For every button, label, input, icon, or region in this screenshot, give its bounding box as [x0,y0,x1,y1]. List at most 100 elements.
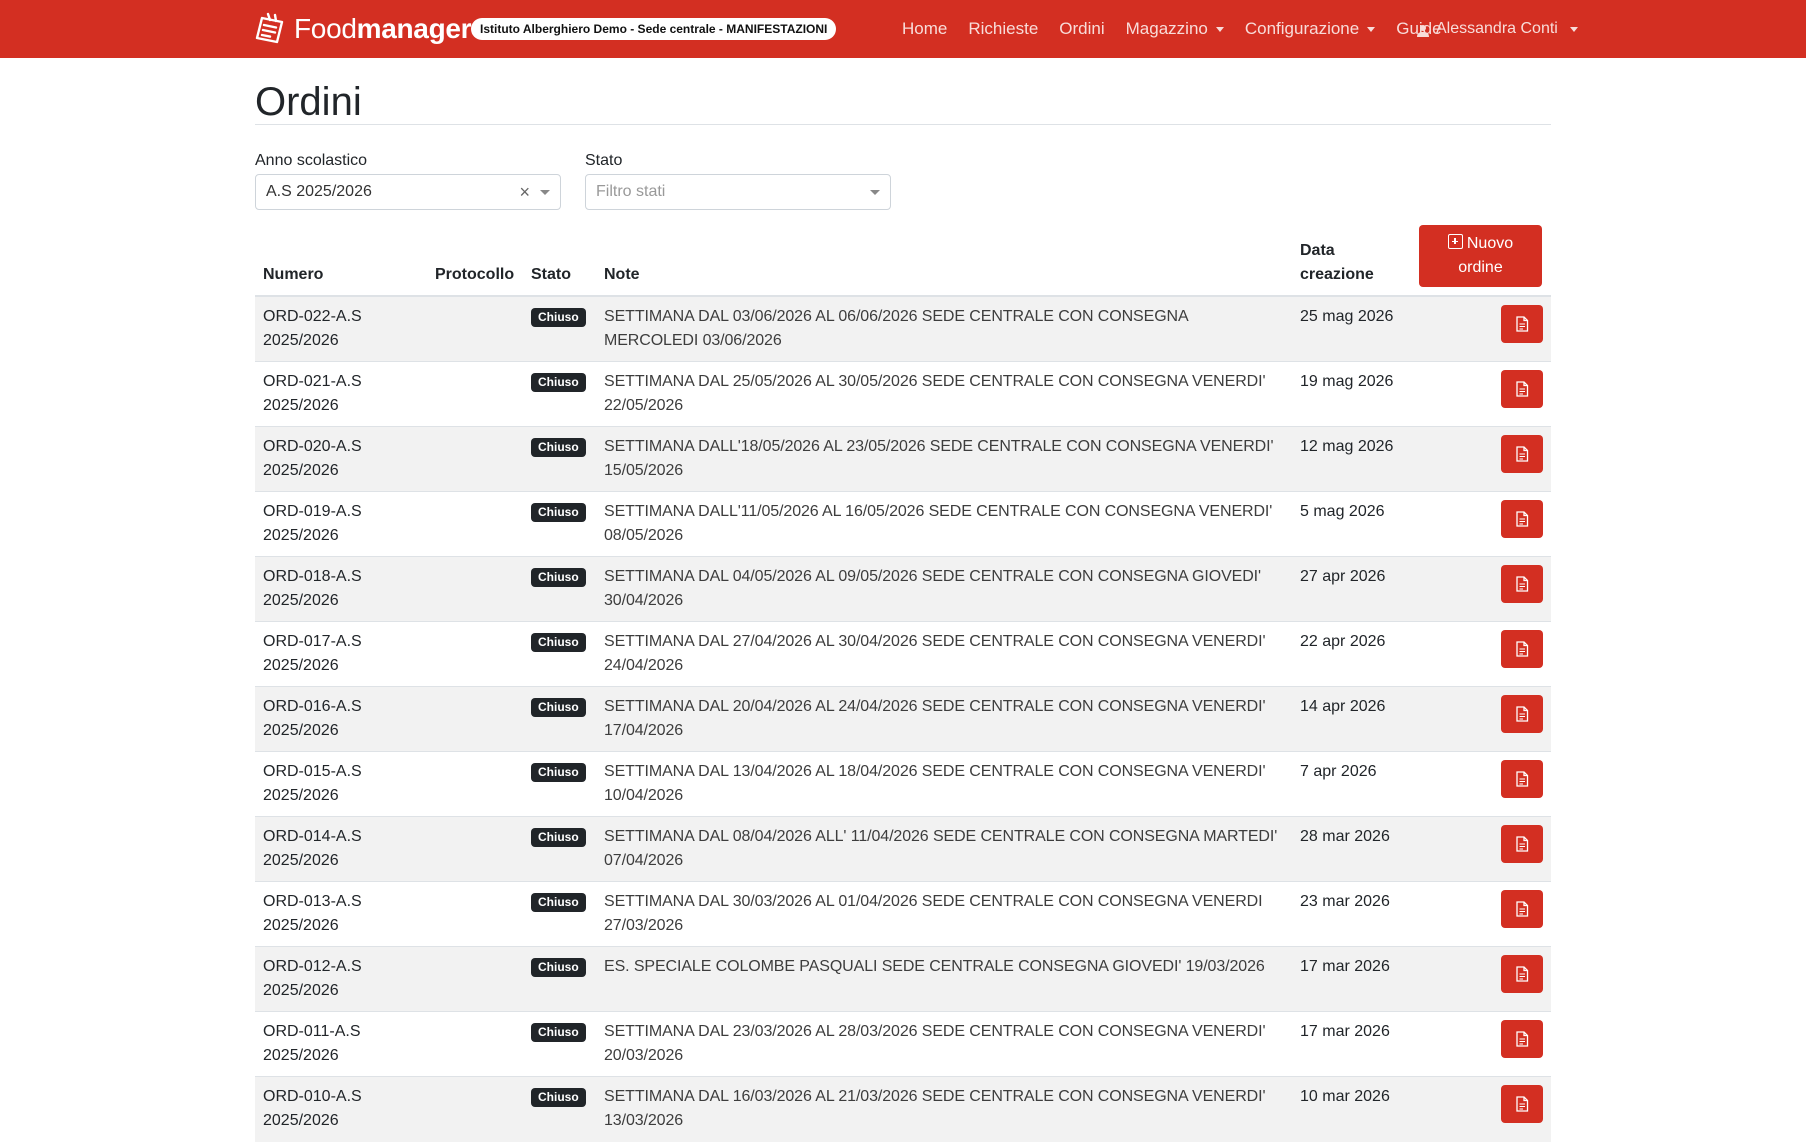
nav-item-home[interactable]: Home [902,19,947,39]
cell-data-creazione: 28 mar 2026 [1292,816,1411,882]
cell-stato: Chiuso [523,361,596,427]
status-badge: Chiuso [531,893,586,912]
view-order-pdf-button[interactable] [1501,435,1543,473]
nav-item-magazzino[interactable]: Magazzino [1126,19,1224,39]
document-icon [1516,706,1529,722]
order-number[interactable]: ORD-012-A.S [263,958,362,975]
table-row[interactable]: ORD-016-A.S 2025/2026 Chiuso SETTIMANA DAL … [255,686,1551,752]
orders-table: Numero Protocollo Stato Note Data creazio… [255,217,1551,1142]
title-divider [255,124,1551,125]
cell-data-creazione: 14 apr 2026 [1292,686,1411,752]
view-order-pdf-button[interactable] [1501,630,1543,668]
clear-icon[interactable]: × [519,175,530,209]
cell-note: SETTIMANA DAL 23/03/2026 AL 28/03/2026 S… [596,1011,1292,1077]
cell-stato: Chiuso [523,426,596,492]
chevron-down-icon[interactable] [540,190,550,195]
cell-numero: ORD-018-A.S 2025/2026 [255,556,427,622]
order-number[interactable]: ORD-010-A.S [263,1088,362,1105]
table-row[interactable]: ORD-021-A.S 2025/2026 Chiuso SETTIMANA DAL … [255,361,1551,427]
anno-scolastico-value: A.S 2025/2026 [266,183,372,200]
table-header-row: Numero Protocollo Stato Note Data creazio… [255,217,1551,297]
table-row[interactable]: ORD-022-A.S 2025/2026 Chiuso SETTIMANA DAL … [255,295,1551,362]
order-year: 2025/2026 [263,397,339,414]
cell-numero: ORD-022-A.S 2025/2026 [255,295,427,362]
view-order-pdf-button[interactable] [1501,760,1543,798]
cell-data-creazione: 5 mag 2026 [1292,491,1411,557]
cell-numero: ORD-012-A.S 2025/2026 [255,946,427,1012]
table-row[interactable]: ORD-014-A.S 2025/2026 Chiuso SETTIMANA DAL … [255,816,1551,882]
cell-data-creazione: 12 mag 2026 [1292,426,1411,492]
cell-numero: ORD-015-A.S 2025/2026 [255,751,427,817]
cell-actions [1411,816,1551,882]
table-row[interactable]: ORD-020-A.S 2025/2026 Chiuso SETTIMANA DALL… [255,426,1551,492]
view-order-pdf-button[interactable] [1501,695,1543,733]
view-order-pdf-button[interactable] [1501,1085,1543,1123]
cell-numero: ORD-011-A.S 2025/2026 [255,1011,427,1077]
document-icon [1516,1096,1529,1112]
header-note: Note [596,217,1292,297]
user-menu[interactable]: Alessandra Conti [1416,0,1578,58]
order-number[interactable]: ORD-016-A.S [263,698,362,715]
status-badge: Chiuso [531,568,586,587]
cell-data-creazione: 19 mag 2026 [1292,361,1411,427]
cell-numero: ORD-019-A.S 2025/2026 [255,491,427,557]
order-number[interactable]: ORD-014-A.S [263,828,362,845]
nav-item-magazzino-label: Magazzino [1125,19,1208,38]
table-row[interactable]: ORD-019-A.S 2025/2026 Chiuso SETTIMANA DALL… [255,491,1551,557]
document-icon [1516,836,1529,852]
order-number[interactable]: ORD-013-A.S [263,893,362,910]
document-icon [1516,966,1529,982]
stato-select[interactable]: Filtro stati [585,174,891,210]
order-number[interactable]: ORD-018-A.S [263,568,362,585]
table-row[interactable]: ORD-017-A.S 2025/2026 Chiuso SETTIMANA DAL … [255,621,1551,687]
view-order-pdf-button[interactable] [1501,370,1543,408]
order-year: 2025/2026 [263,982,339,999]
new-order-button[interactable]: Nuovo ordine [1419,225,1542,287]
order-number[interactable]: ORD-015-A.S [263,763,362,780]
view-order-pdf-button[interactable] [1501,500,1543,538]
header-data-creazione: Data creazione [1292,217,1411,297]
order-number[interactable]: ORD-021-A.S [263,373,362,390]
order-number[interactable]: ORD-020-A.S [263,438,362,455]
context-badge[interactable]: Istituto Alberghiero Demo - Sede central… [471,18,837,40]
table-row[interactable]: ORD-010-A.S 2025/2026 Chiuso SETTIMANA DAL … [255,1076,1551,1142]
order-year: 2025/2026 [263,332,339,349]
cell-actions [1411,491,1551,557]
table-row[interactable]: ORD-015-A.S 2025/2026 Chiuso SETTIMANA DAL … [255,751,1551,817]
cell-note: SETTIMANA DAL 03/06/2026 AL 06/06/2026 S… [596,295,1292,362]
table-row[interactable]: ORD-012-A.S 2025/2026 Chiuso ES. SPECIALE C… [255,946,1551,1012]
view-order-pdf-button[interactable] [1501,825,1543,863]
view-order-pdf-button[interactable] [1501,565,1543,603]
order-year: 2025/2026 [263,787,339,804]
cell-actions [1411,556,1551,622]
order-number[interactable]: ORD-019-A.S [263,503,362,520]
table-row[interactable]: ORD-011-A.S 2025/2026 Chiuso SETTIMANA DAL … [255,1011,1551,1077]
table-row[interactable]: ORD-018-A.S 2025/2026 Chiuso SETTIMANA DAL … [255,556,1551,622]
order-number[interactable]: ORD-017-A.S [263,633,362,650]
main-nav: Home Richieste Ordini Magazzino Configur… [902,0,1463,58]
order-number[interactable]: ORD-022-A.S [263,308,362,325]
cell-stato: Chiuso [523,1011,596,1077]
table-row[interactable]: ORD-013-A.S 2025/2026 Chiuso SETTIMANA DAL … [255,881,1551,947]
chevron-down-icon[interactable] [870,190,880,195]
nav-item-richieste[interactable]: Richieste [968,19,1038,39]
document-icon [1516,901,1529,917]
cell-actions [1411,946,1551,1012]
nav-item-configurazione[interactable]: Configurazione [1244,19,1376,39]
view-order-pdf-button[interactable] [1501,305,1543,343]
nav-item-configurazione-label: Configurazione [1244,19,1360,38]
view-order-pdf-button[interactable] [1501,955,1543,993]
view-order-pdf-button[interactable] [1501,1020,1543,1058]
view-order-pdf-button[interactable] [1501,890,1543,928]
anno-scolastico-select[interactable]: A.S 2025/2026 × [255,174,561,210]
cell-data-creazione: 17 mar 2026 [1292,1011,1411,1077]
cell-protocollo [427,426,523,492]
cell-actions [1411,621,1551,687]
cell-data-creazione: 23 mar 2026 [1292,881,1411,947]
order-number[interactable]: ORD-011-A.S [263,1023,361,1040]
nav-item-ordini[interactable]: Ordini [1059,19,1104,39]
user-icon [1417,25,1429,37]
page-title: Ordini [255,80,362,124]
brand[interactable]: Foodmanager [254,12,472,46]
order-year: 2025/2026 [263,462,339,479]
